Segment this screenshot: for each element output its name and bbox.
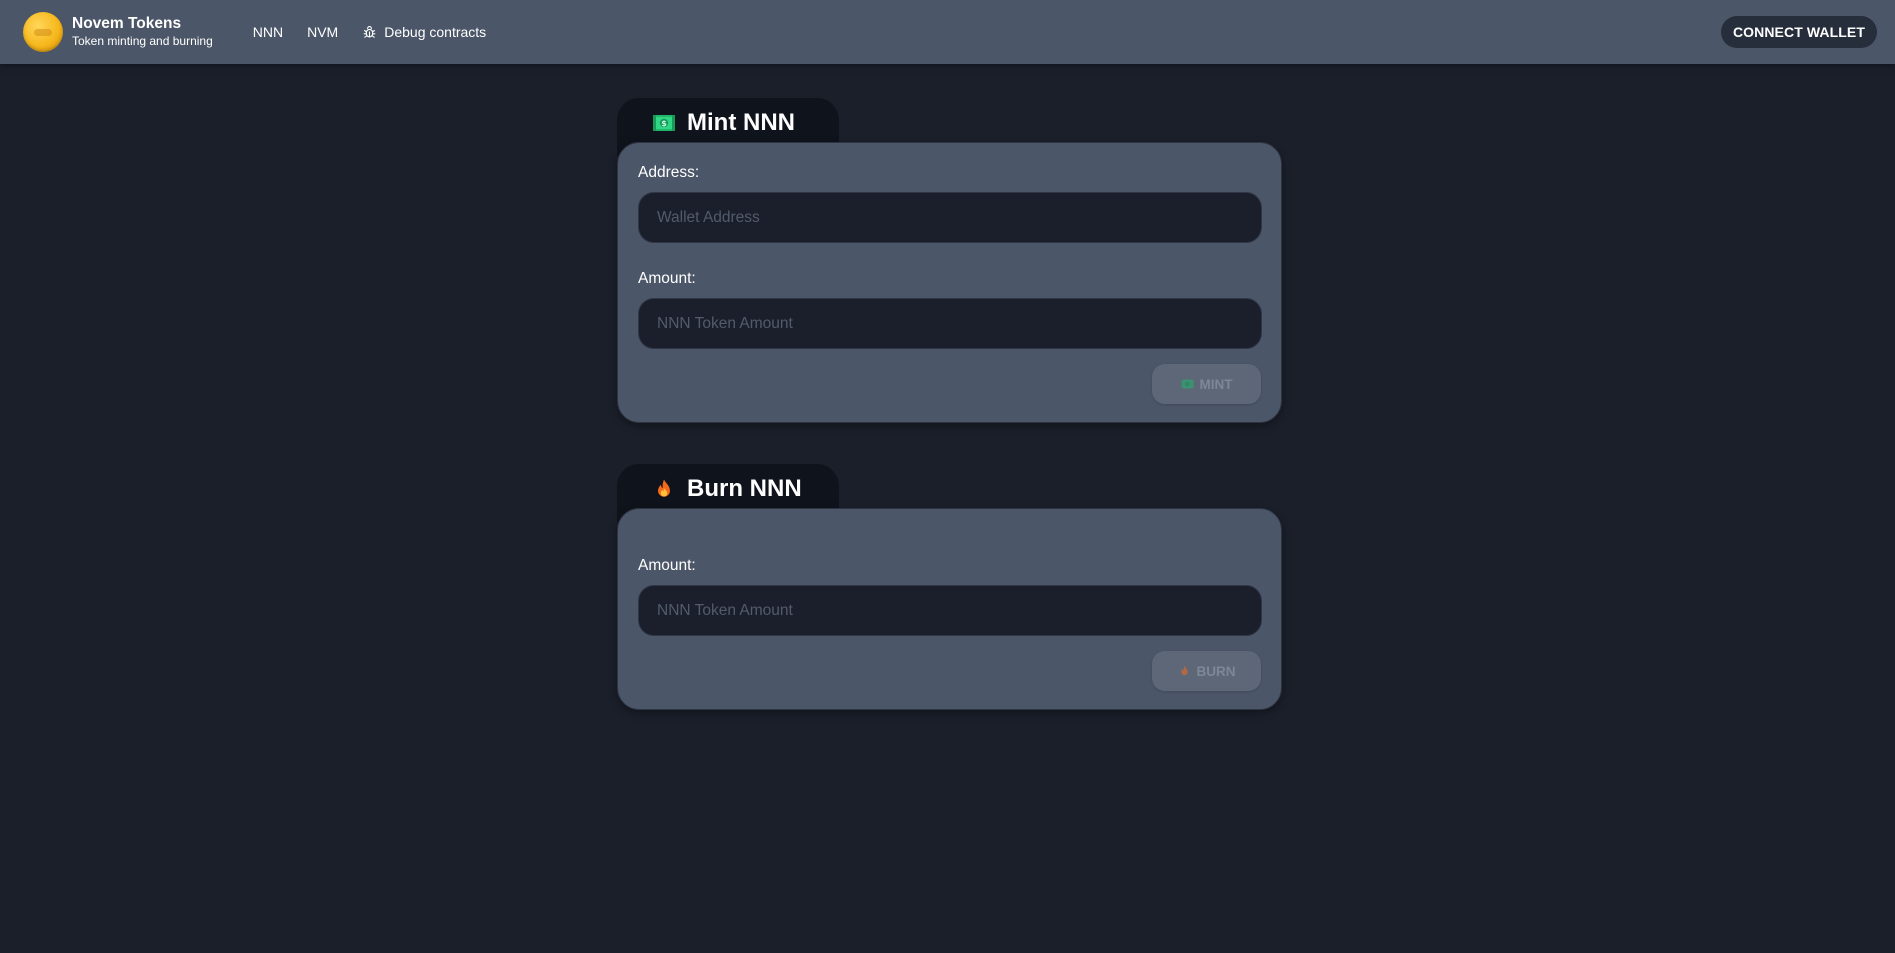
address-label: Address: bbox=[638, 164, 700, 181]
nav-item-nnn[interactable]: NNN bbox=[241, 15, 295, 49]
mint-button[interactable]: MINT bbox=[1152, 364, 1261, 404]
mint-amount-label: Amount: bbox=[638, 270, 696, 287]
burn-amount-input[interactable] bbox=[638, 585, 1262, 636]
novem-logo-icon bbox=[23, 12, 63, 52]
svg-text:$: $ bbox=[661, 119, 667, 128]
main-nav: NNN NVM Debug contracts bbox=[241, 15, 498, 49]
mint-form: Address: Amount: MINT bbox=[617, 142, 1282, 423]
bug-icon bbox=[362, 25, 377, 40]
nav-item-label: Debug contracts bbox=[384, 24, 487, 40]
connect-wallet-button[interactable]: CONNECT WALLET bbox=[1720, 16, 1877, 48]
burn-form: Amount: BURN bbox=[617, 508, 1282, 710]
top-navbar: Novem Tokens Token minting and burning N… bbox=[0, 0, 1895, 64]
brand[interactable]: Novem Tokens Token minting and burning bbox=[23, 12, 213, 52]
mint-card: $ Mint NNN Address: Amount: MINT bbox=[617, 98, 1282, 423]
nav-item-debug-contracts[interactable]: Debug contracts bbox=[350, 15, 498, 49]
mint-card-title: Mint NNN bbox=[687, 109, 795, 136]
burn-amount-label: Amount: bbox=[638, 557, 696, 574]
burn-card: Burn NNN Amount: BURN bbox=[617, 464, 1282, 710]
money-icon bbox=[1181, 378, 1194, 390]
brand-text: Novem Tokens Token minting and burning bbox=[72, 15, 213, 49]
fire-icon bbox=[652, 478, 676, 500]
nav-item-label: NVM bbox=[307, 24, 339, 40]
burn-card-title: Burn NNN bbox=[687, 475, 802, 502]
mint-amount-input[interactable] bbox=[638, 298, 1262, 349]
fire-icon bbox=[1178, 665, 1191, 677]
wallet-address-input[interactable] bbox=[638, 192, 1262, 243]
nav-item-label: NNN bbox=[252, 24, 284, 40]
burn-button[interactable]: BURN bbox=[1152, 651, 1261, 691]
brand-subtitle: Token minting and burning bbox=[72, 34, 213, 48]
mint-button-label: MINT bbox=[1199, 376, 1233, 392]
money-icon: $ bbox=[652, 112, 676, 134]
burn-button-label: BURN bbox=[1196, 663, 1236, 679]
nav-item-nvm[interactable]: NVM bbox=[295, 15, 350, 49]
brand-title: Novem Tokens bbox=[72, 15, 182, 32]
